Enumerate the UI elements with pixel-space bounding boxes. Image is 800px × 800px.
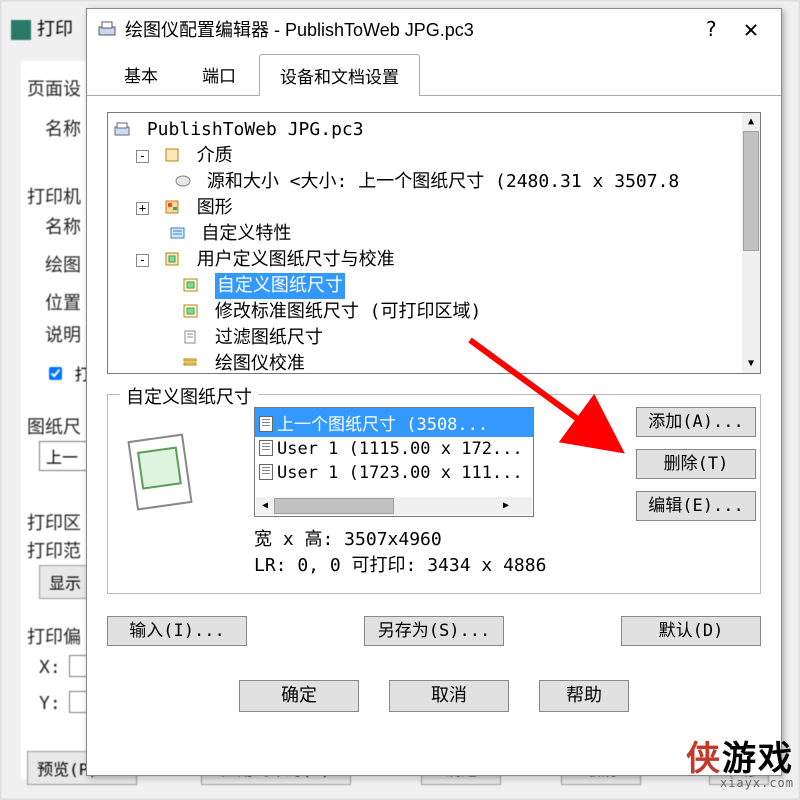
help-button[interactable]: 帮助	[539, 680, 629, 712]
default-button[interactable]: 默认(D)	[621, 616, 761, 646]
list-item[interactable]: 上一个图纸尺寸 (3508...	[255, 408, 533, 437]
tree-user-calibration[interactable]: - 用户定义图纸尺寸与校准	[136, 247, 754, 273]
plotter-cal-icon	[182, 355, 200, 371]
tree-source-size[interactable]: 源和大小 <大小: 上一个图纸尺寸 (2480.31 x 3507.8	[174, 169, 754, 195]
tree-custom-size-label: 自定义图纸尺寸	[215, 273, 345, 299]
custom-size-icon	[182, 277, 200, 293]
bg-app-icon	[11, 20, 31, 40]
bg-y-label: Y:	[39, 693, 61, 714]
group-title: 自定义图纸尺寸	[120, 383, 258, 409]
scroll-up-icon[interactable]: ▲	[742, 113, 760, 131]
collapse-icon[interactable]: -	[136, 254, 149, 267]
plotter-file-icon	[114, 121, 132, 137]
bg-printer-name-label: 名称	[45, 213, 81, 239]
bg-area2-label: 打印范	[27, 537, 81, 563]
list-item[interactable]: User 1 (1723.00 x 111...	[255, 461, 533, 485]
collapse-icon[interactable]: -	[136, 150, 149, 163]
bg-paper-label: 图纸尺	[27, 413, 81, 439]
list-item[interactable]: User 1 (1115.00 x 172...	[255, 437, 533, 461]
media-icon	[164, 147, 182, 163]
plotter-icon	[97, 19, 117, 39]
props-icon	[169, 225, 187, 241]
tree-custom-props[interactable]: 自定义特性	[136, 221, 754, 247]
bg-x-label: X:	[39, 657, 61, 678]
bg-position-label: 位置	[45, 289, 81, 315]
doc-icon	[259, 416, 273, 432]
list-h-scrollbar[interactable]: ◀ ▶	[256, 497, 515, 515]
tree-filter[interactable]: 过滤图纸尺寸	[182, 325, 754, 351]
add-button[interactable]: 添加(A)...	[636, 407, 756, 437]
watermark: 侠游戏 xiayx.com	[686, 731, 794, 790]
source-icon	[174, 173, 192, 189]
titlebar: 绘图仪配置编辑器 - PublishToWeb JPG.pc3 ? ✕	[87, 9, 781, 49]
modify-icon	[182, 303, 200, 319]
bg-desc-label: 说明	[45, 321, 81, 347]
wm-char2: 游戏	[722, 739, 794, 779]
paper-page-icon	[127, 433, 192, 510]
bg-paper-combo[interactable]: 上一	[39, 441, 91, 471]
doc-icon	[259, 464, 273, 480]
scroll-down-icon[interactable]: ▼	[742, 355, 760, 373]
dialog-title: 绘图仪配置编辑器 - PublishToWeb JPG.pc3	[125, 16, 691, 42]
help-icon[interactable]: ?	[691, 17, 731, 41]
delete-button[interactable]: 删除(T)	[636, 449, 756, 479]
bg-printer-group: 打印机	[27, 183, 81, 209]
tree-scroll-thumb[interactable]	[743, 131, 759, 251]
cancel-button[interactable]: 取消	[389, 680, 509, 712]
tree-plotter-cal[interactable]: 绘图仪校准	[182, 351, 754, 374]
scroll-corner	[514, 497, 532, 515]
tree-root[interactable]: PublishToWeb JPG.pc3	[114, 117, 754, 143]
tree-media[interactable]: - 介质	[136, 143, 754, 169]
size-list[interactable]: 上一个图纸尺寸 (3508... User 1 (1115.00 x 172..…	[254, 407, 534, 517]
expand-icon[interactable]: +	[136, 202, 149, 215]
tree-graphic[interactable]: + 图形	[136, 195, 754, 221]
tab-device[interactable]: 设备和文档设置	[259, 54, 420, 96]
custom-size-group: 自定义图纸尺寸 上一个图纸尺寸 (3508... User 1 (1115.00…	[107, 394, 761, 594]
printable-info: LR: 0, 0 可打印: 3434 x 4886	[254, 551, 546, 577]
tree-modify-std[interactable]: 修改标准图纸尺寸 (可打印区域)	[182, 299, 754, 325]
close-icon[interactable]: ✕	[731, 15, 771, 43]
graphic-icon	[164, 199, 182, 215]
plotter-config-dialog: 绘图仪配置编辑器 - PublishToWeb JPG.pc3 ? ✕ 基本 端…	[86, 8, 782, 776]
list-h-thumb[interactable]	[274, 498, 394, 514]
filter-icon	[182, 329, 200, 345]
tree-custom-size[interactable]: 自定义图纸尺寸	[182, 273, 754, 299]
wm-char1: 侠	[686, 739, 722, 779]
calibration-icon	[164, 251, 182, 267]
bg-offset-label: 打印偏	[27, 623, 81, 649]
tab-basic[interactable]: 基本	[103, 53, 179, 95]
bg-area-label: 打印区	[27, 509, 81, 535]
tab-strip: 基本 端口 设备和文档设置	[87, 53, 781, 96]
bg-page-setup-label: 页面设	[27, 75, 81, 101]
bg-plotter-label: 绘图	[45, 251, 81, 277]
settings-tree[interactable]: PublishToWeb JPG.pc3 - 介质 源和大小 <大小: 上一个图…	[107, 112, 761, 374]
import-button[interactable]: 输入(I)...	[107, 616, 247, 646]
bg-name-label: 名称	[45, 115, 81, 141]
doc-icon	[259, 440, 273, 456]
bg-show-combo[interactable]: 显示	[39, 565, 91, 599]
tab-port[interactable]: 端口	[181, 53, 257, 95]
size-info: 宽 x 高: 3507x4960	[254, 525, 442, 551]
bg-print-checkbox[interactable]: 打	[45, 361, 91, 385]
scroll-left-icon[interactable]: ◀	[256, 497, 274, 515]
edit-button[interactable]: 编辑(E)...	[636, 491, 756, 521]
ok-button[interactable]: 确定	[239, 680, 359, 712]
saveas-button[interactable]: 另存为(S)...	[364, 616, 504, 646]
scroll-right-icon[interactable]: ▶	[497, 497, 515, 515]
tree-scrollbar[interactable]: ▲ ▼	[742, 113, 760, 373]
